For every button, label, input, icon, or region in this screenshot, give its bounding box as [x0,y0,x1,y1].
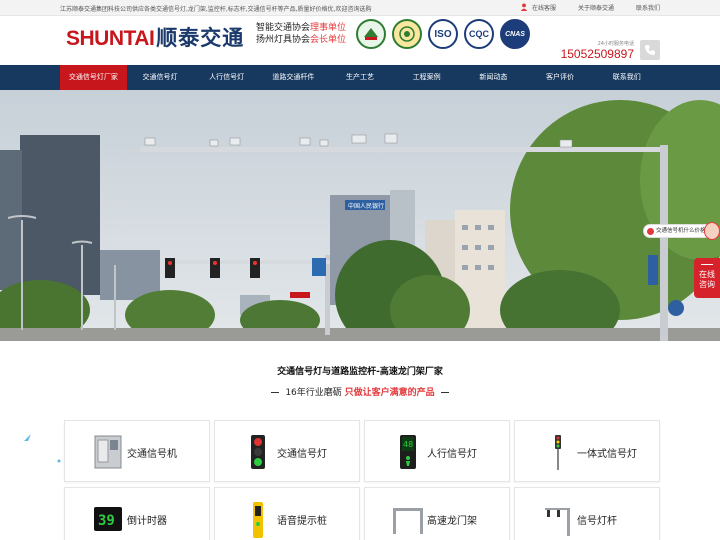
chat-dot-icon [647,228,654,235]
online-service-link[interactable]: 在线客服 [520,3,556,12]
certification-badges: ISO CQC CNAS [356,19,530,49]
signal-pole-icon [541,500,575,538]
voice-prompt-post-icon [241,500,275,538]
cqc-badge-icon: CQC [464,19,494,49]
product-card-gantry[interactable]: 高速龙门架 [364,487,510,540]
product-card-pedestrian-light[interactable]: 48 人行信号灯 [364,420,510,482]
nav-item-reviews[interactable]: 客户评价 [527,65,594,90]
street-scene-image: 中国人民银行 [0,90,720,341]
product-name: 信号灯杆 [577,516,617,527]
hotline-number[interactable]: 15052509897 [561,47,634,61]
svg-text:39: 39 [98,513,115,529]
product-card-voice-post[interactable]: 语音提示桩 [214,487,360,540]
countdown-timer-icon: 39 [91,500,125,538]
lighting-association-badge-icon [392,19,422,49]
sparkle-decoration-icon [24,434,31,441]
nav-item-traffic-light-factory[interactable]: 交通信号灯厂家 [60,65,127,90]
section-title: 交通信号灯与道路监控杆-高速龙门架厂家 [277,367,443,377]
product-name: 交通信号灯 [277,449,327,460]
hotline: 24小时服务电话 15052509897 [561,40,634,61]
product-name: 高速龙门架 [427,516,477,527]
brand-logo[interactable]: SHUNTAI 顺泰交通 [66,22,244,52]
svg-text:48: 48 [403,440,413,449]
product-card-signal-controller[interactable]: 交通信号机 [64,420,210,482]
dot-decoration-icon [57,459,61,463]
product-card-integrated-light[interactable]: 一体式信号灯 [514,420,660,482]
product-name: 人行信号灯 [427,449,477,460]
contact-link[interactable]: 联系我们 [636,3,660,12]
product-name: 交通信号机 [127,449,177,460]
online-consult-button[interactable]: 在线 咨询 [694,258,720,298]
association-badge-icon [356,19,386,49]
about-link[interactable]: 关于顺泰交通 [578,3,614,12]
product-name: 语音提示桩 [277,516,327,527]
hero-banner[interactable]: 中国人民银行 [0,90,720,341]
iso-badge-icon: ISO [428,19,458,49]
integrated-signal-light-icon [541,433,575,471]
dash-left [271,392,280,393]
chat-icon [701,264,713,268]
nav-item-contact[interactable]: 联系我们 [593,65,660,90]
traffic-light-icon [241,433,275,471]
product-card-signal-pole[interactable]: 信号灯杆 [514,487,660,540]
pedestrian-light-icon: 48 [391,433,425,471]
product-name: 一体式信号灯 [577,449,637,460]
product-card-traffic-light[interactable]: 交通信号灯 [214,420,360,482]
site-header: SHUNTAI 顺泰交通 智能交通协会理事单位 扬州灯具协会会长单位 ISO C… [0,16,720,64]
logo-chinese: 顺泰交通 [156,26,245,50]
product-card-countdown-timer[interactable]: 39 倒计时器 [64,487,210,540]
nav-item-traffic-lights[interactable]: 交通信号灯 [127,65,194,90]
nav-item-production[interactable]: 生产工艺 [327,65,394,90]
product-name: 倒计时器 [127,516,167,527]
customer-service-icon [520,3,528,11]
service-avatar[interactable] [704,222,720,240]
section-subtitle: 16年行业磨砺 只做让客户满意的产品 [0,385,720,398]
cnas-badge-icon: CNAS [500,19,530,49]
phone-icon [640,40,660,60]
association-slogan: 智能交通协会理事单位 扬州灯具协会会长单位 [256,23,347,45]
site-intro-text: 江苏顺泰交通集团科技公司供应各类交通信号灯,龙门架,监控杆,标志杆,交通信号杆等… [60,6,372,13]
main-navigation: 交通信号灯厂家 交通信号灯 人行信号灯 道路交通杆件 生产工艺 工程案例 新闻动… [0,65,720,90]
dash-right [440,392,449,393]
nav-item-traffic-poles[interactable]: 道路交通杆件 [260,65,327,90]
top-info-bar: 江苏顺泰交通集团科技公司供应各类交通信号灯,龙门架,监控杆,标志杆,交通信号杆等… [0,0,720,16]
nav-item-pedestrian-lights[interactable]: 人行信号灯 [193,65,260,90]
top-links: 在线客服 关于顺泰交通 联系我们 [520,3,660,12]
signal-controller-cabinet-icon [91,433,125,471]
nav-item-news[interactable]: 新闻动态 [460,65,527,90]
logo-english: SHUNTAI [66,27,155,50]
bank-sign-text: 中国人民银行 [348,202,384,210]
hotline-label: 24小时服务电话 [597,41,634,47]
nav-item-cases[interactable]: 工程案例 [393,65,460,90]
gantry-frame-icon [391,500,425,538]
